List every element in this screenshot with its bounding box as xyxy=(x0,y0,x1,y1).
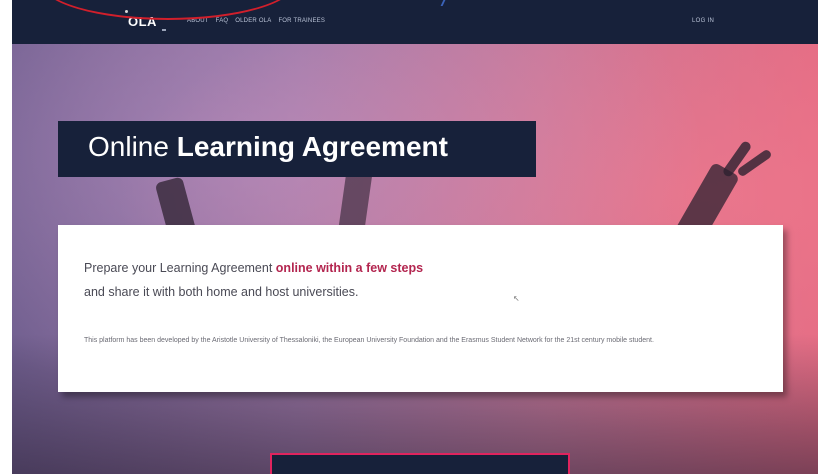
nav-link-for-trainees[interactable]: FOR TRAINEES xyxy=(278,18,325,24)
mouse-cursor-icon: ↖ xyxy=(513,294,520,303)
nav-link-faq[interactable]: FAQ xyxy=(216,18,229,24)
intro-card: Prepare your Learning Agreement online w… xyxy=(58,225,783,392)
page-edge xyxy=(818,0,830,474)
browser-viewport: Online Learning Agreement Prepare your L… xyxy=(12,0,830,474)
intro-lead-line-1: Prepare your Learning Agreement online w… xyxy=(84,261,424,275)
login-link[interactable]: LOG IN xyxy=(692,18,714,24)
intro-fine-print: This platform has been developed by the … xyxy=(84,337,654,344)
intro-lead-line-2: and share it with both home and host uni… xyxy=(84,285,359,299)
hero-title-box: Online Learning Agreement xyxy=(58,121,536,177)
page-title: Online Learning Agreement xyxy=(88,131,448,162)
hero-background: Online Learning Agreement Prepare your L… xyxy=(12,44,830,474)
cta-button[interactable] xyxy=(270,453,570,474)
nav-links: ABOUT FAQ OLDER OLA FOR TRAINEES xyxy=(187,18,325,24)
intro-lead-accent: online within a few steps xyxy=(275,261,424,275)
logo-underline xyxy=(162,29,166,31)
nav-link-older-ola[interactable]: OLDER OLA xyxy=(235,18,271,24)
